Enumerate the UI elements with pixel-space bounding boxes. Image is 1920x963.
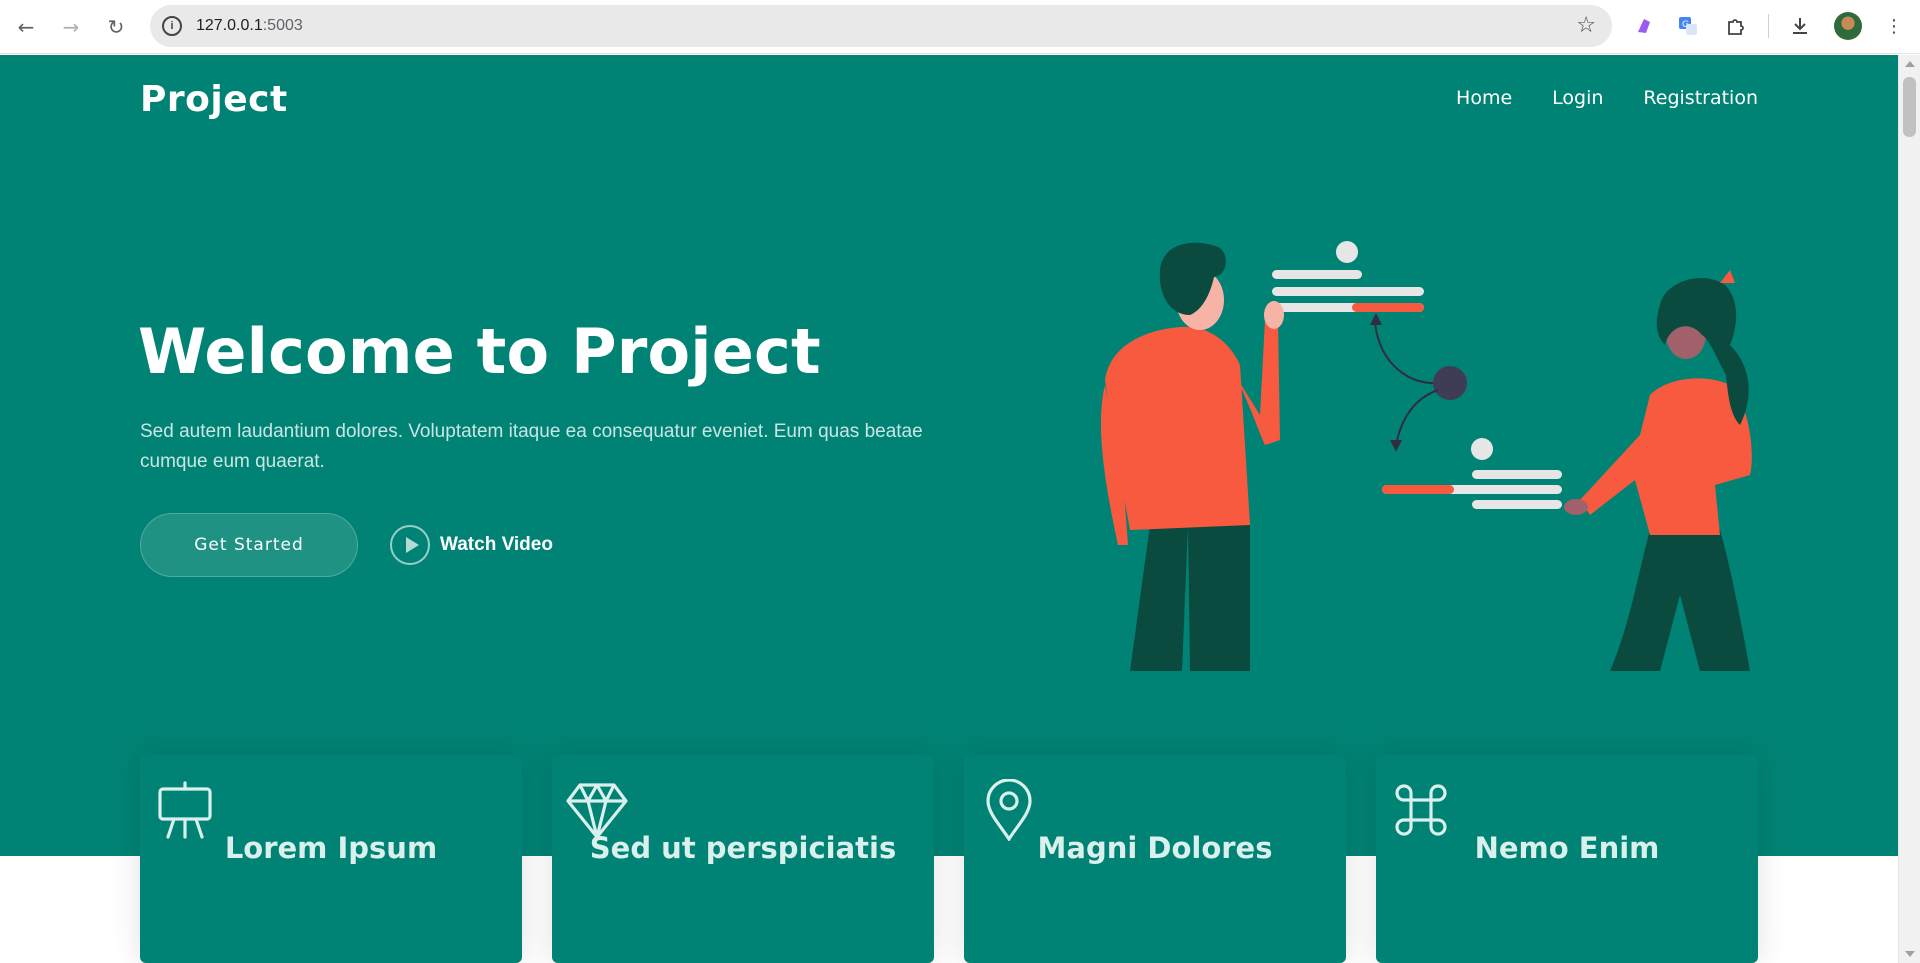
toolbar-divider [1768, 14, 1769, 38]
get-started-button[interactable]: Get Started [140, 513, 358, 577]
scroll-up-arrow-icon[interactable] [1905, 61, 1915, 67]
feature-title: Lorem Ipsum [224, 831, 438, 865]
url-text[interactable]: 127.0.0.1:5003 [196, 17, 303, 35]
web-page: Project Home Login Registration Welcome … [0, 55, 1898, 963]
url-port: :5003 [262, 17, 303, 34]
address-bar[interactable]: i 127.0.0.1:5003 ☆ [150, 5, 1612, 47]
back-icon[interactable]: ← [10, 11, 42, 43]
scrollbar-thumb[interactable] [1903, 77, 1916, 137]
site-info-icon[interactable]: i [162, 16, 182, 36]
hero-illustration [1100, 241, 1752, 671]
feature-card[interactable]: Sed ut perspiciatis [552, 755, 934, 963]
reload-icon[interactable]: ↻ [100, 11, 132, 43]
feature-card[interactable]: Nemo Enim [1376, 755, 1758, 963]
feature-title: Magni Dolores [1037, 831, 1273, 865]
browser-toolbar: ← → ↻ i 127.0.0.1:5003 ☆ G ⋮ [0, 0, 1920, 54]
forward-icon[interactable]: → [55, 11, 87, 43]
extensions-puzzle-icon[interactable] [1722, 12, 1750, 40]
feature-card[interactable]: Lorem Ipsum [140, 755, 522, 963]
site-logo[interactable]: Project [140, 79, 288, 120]
translate-extension-icon[interactable]: G [1674, 12, 1702, 40]
feature-cards: Lorem Ipsum Sed ut perspiciatis Magni Do… [140, 755, 1760, 963]
bookmark-star-icon[interactable]: ☆ [1576, 13, 1596, 38]
feature-title: Sed ut perspiciatis [589, 831, 897, 865]
profile-avatar[interactable] [1834, 12, 1862, 40]
hero-description: Sed autem laudantium dolores. Voluptatem… [140, 421, 923, 472]
hero-title: Welcome to Project [138, 315, 821, 388]
watch-video-button[interactable]: Watch Video [390, 525, 553, 565]
main-navigation: Home Login Registration [1456, 87, 1758, 109]
scroll-down-arrow-icon[interactable] [1905, 951, 1915, 957]
extension-gem-icon[interactable] [1630, 12, 1658, 40]
nav-registration[interactable]: Registration [1643, 87, 1758, 109]
feature-title: Nemo Enim [1474, 831, 1660, 865]
watch-video-label: Watch Video [440, 534, 553, 555]
play-icon [390, 525, 430, 565]
nav-home[interactable]: Home [1456, 87, 1512, 109]
url-host: 127.0.0.1 [196, 17, 263, 34]
feature-card[interactable]: Magni Dolores [964, 755, 1346, 963]
more-menu-icon[interactable]: ⋮ [1880, 12, 1908, 40]
nav-login[interactable]: Login [1552, 87, 1603, 109]
page-scrollbar[interactable] [1898, 55, 1920, 963]
download-icon[interactable] [1786, 12, 1814, 40]
